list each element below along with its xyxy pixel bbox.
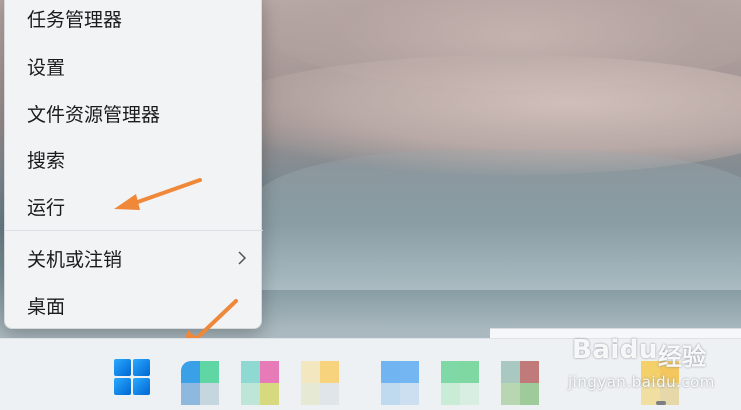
app-icon-blurred bbox=[260, 383, 279, 405]
windows-logo-icon bbox=[133, 378, 150, 395]
app-icon-blurred bbox=[301, 383, 320, 405]
desktop: 任务管理器 设置 文件资源管理器 搜索 运行 关机或注销 桌面 Baidu 经验… bbox=[0, 0, 741, 410]
app-icon-blurred bbox=[381, 383, 400, 405]
menu-item-label: 关机或注销 bbox=[27, 248, 123, 271]
start-button[interactable] bbox=[112, 357, 152, 397]
app-icon-blurred bbox=[381, 361, 400, 383]
windows-logo-icon bbox=[114, 378, 131, 395]
app-icon-blurred bbox=[200, 361, 219, 383]
taskbar-app-5[interactable] bbox=[441, 361, 479, 405]
app-icon-blurred bbox=[320, 383, 339, 405]
watermark-cn: 经验 bbox=[658, 343, 706, 371]
app-icon-blurred bbox=[460, 383, 479, 405]
start-context-menu: 任务管理器 设置 文件资源管理器 搜索 运行 关机或注销 桌面 bbox=[4, 0, 263, 329]
app-icon-blurred bbox=[320, 361, 339, 383]
arrow-icon bbox=[114, 178, 202, 210]
app-icon-blurred bbox=[400, 361, 419, 383]
taskbar-app-4[interactable] bbox=[381, 361, 419, 405]
taskbar-app-1[interactable] bbox=[181, 361, 219, 405]
menu-item-label: 设置 bbox=[27, 56, 66, 79]
taskbar-app-3[interactable] bbox=[301, 361, 339, 405]
baidu-jingyan-watermark: Baidu 经验 jingyan.baidu.com bbox=[568, 335, 728, 395]
wallpaper-water bbox=[250, 150, 741, 290]
menu-item-file-explorer[interactable]: 文件资源管理器 bbox=[27, 98, 252, 128]
menu-item-label: 搜索 bbox=[27, 149, 66, 172]
menu-item-shutdown-signout[interactable]: 关机或注销 bbox=[27, 243, 252, 273]
taskbar-app-6[interactable] bbox=[501, 361, 539, 405]
menu-item-label: 桌面 bbox=[27, 295, 66, 318]
app-icon-blurred bbox=[181, 383, 200, 405]
menu-item-label: 文件资源管理器 bbox=[27, 103, 161, 126]
menu-item-label: 运行 bbox=[27, 196, 66, 219]
app-icon-blurred bbox=[400, 383, 419, 405]
app-icon-blurred bbox=[241, 361, 260, 383]
windows-logo-icon bbox=[114, 359, 131, 376]
menu-separator bbox=[5, 230, 263, 231]
chevron-right-icon bbox=[238, 251, 247, 265]
app-icon-blurred bbox=[200, 383, 219, 405]
menu-item-search[interactable]: 搜索 bbox=[27, 144, 252, 174]
menu-item-task-manager[interactable]: 任务管理器 bbox=[27, 3, 252, 33]
app-icon-blurred bbox=[460, 361, 479, 383]
watermark-brand: Baidu bbox=[572, 335, 658, 365]
watermark-domain: jingyan.baidu.com bbox=[568, 373, 715, 391]
running-indicator bbox=[656, 401, 666, 405]
app-icon-blurred bbox=[181, 361, 200, 383]
app-icon-blurred bbox=[260, 361, 279, 383]
app-icon-blurred bbox=[441, 361, 460, 383]
windows-logo-icon bbox=[133, 359, 150, 376]
app-icon-blurred bbox=[441, 383, 460, 405]
app-icon-blurred bbox=[501, 361, 520, 383]
app-icon-blurred bbox=[501, 383, 520, 405]
app-icon-blurred bbox=[241, 383, 260, 405]
menu-item-label: 任务管理器 bbox=[27, 8, 123, 31]
taskbar-app-2[interactable] bbox=[241, 361, 279, 405]
app-icon-blurred bbox=[301, 361, 320, 383]
app-icon-blurred bbox=[520, 383, 539, 405]
menu-item-settings[interactable]: 设置 bbox=[27, 51, 252, 81]
app-icon-blurred bbox=[520, 361, 539, 383]
